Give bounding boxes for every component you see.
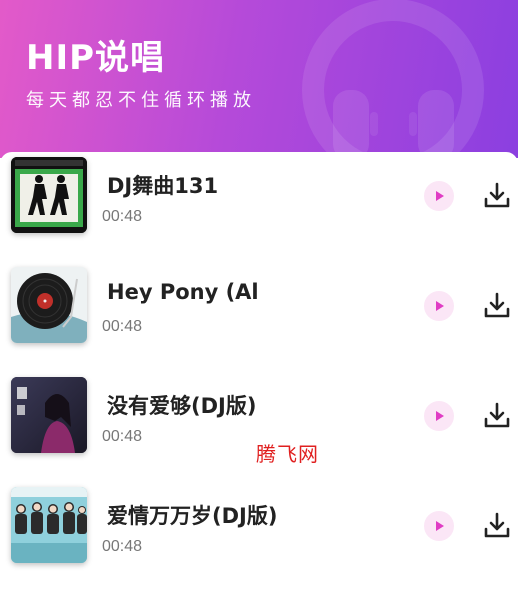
song-list: DJ舞曲131 00:48 Hey Pony (Al 00:48 没有爱够(DJ… (0, 152, 518, 572)
portrait-cover (11, 377, 87, 453)
download-icon[interactable] (482, 511, 512, 541)
play-icon (436, 411, 444, 421)
song-duration: 00:48 (102, 208, 143, 225)
play-icon (436, 301, 444, 311)
download-icon[interactable] (482, 291, 512, 321)
song-title: 没有爱够(DJ版) (107, 394, 257, 418)
vinyl-record-cover (11, 267, 87, 343)
song-title: Hey Pony (Al (107, 280, 259, 304)
page-title: HIP说唱 (26, 38, 166, 78)
play-button[interactable] (424, 401, 454, 431)
playlist-header: HIP说唱 每天都忍不住循环播放 (0, 0, 518, 158)
band-photo-cover (11, 487, 87, 563)
song-row[interactable]: 爱情万万岁(DJ版) 00:48 (0, 482, 518, 592)
song-duration: 00:48 (102, 318, 143, 335)
play-icon (436, 191, 444, 201)
song-duration: 00:48 (102, 428, 143, 445)
download-icon[interactable] (482, 401, 512, 431)
play-button[interactable] (424, 291, 454, 321)
headphones-icon (302, 0, 484, 158)
song-row[interactable]: Hey Pony (Al 00:48 (0, 262, 518, 372)
play-button[interactable] (424, 181, 454, 211)
page-subtitle: 每天都忍不住循环播放 (26, 90, 256, 111)
song-row[interactable]: DJ舞曲131 00:48 (0, 152, 518, 262)
download-icon[interactable] (482, 181, 512, 211)
song-title: DJ舞曲131 (107, 174, 219, 198)
play-button[interactable] (424, 511, 454, 541)
watermark: 腾飞网 (256, 442, 319, 466)
dancers-cover (11, 157, 87, 233)
play-icon (436, 521, 444, 531)
song-title: 爱情万万岁(DJ版) (107, 504, 278, 528)
song-duration: 00:48 (102, 538, 143, 555)
